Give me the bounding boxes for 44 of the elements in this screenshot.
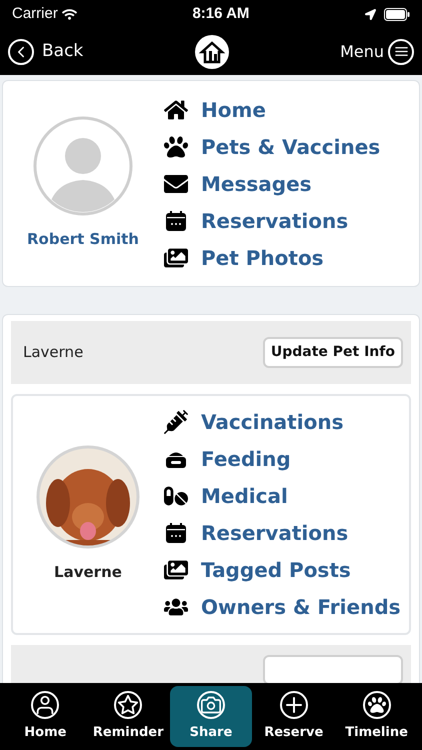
tab-bar-item[interactable]: Share <box>170 686 252 747</box>
house-icon <box>164 98 188 122</box>
notes-button[interactable] <box>263 655 403 685</box>
menu-link[interactable]: Owners & Friends <box>201 592 401 622</box>
menu-link[interactable]: Feeding <box>201 444 291 474</box>
back-button[interactable]: Back <box>8 38 84 64</box>
tab-bar-item[interactable]: Timeline <box>335 686 418 747</box>
calendar-icon <box>164 208 188 232</box>
menu-link[interactable]: Pets & Vaccines <box>201 132 380 162</box>
paw-icon <box>164 134 188 158</box>
menu-link[interactable]: Reservations <box>201 518 348 548</box>
battery-icon <box>384 8 410 20</box>
pet-name: Laverne <box>54 562 122 584</box>
tab-bar-item[interactable]: Reminder <box>86 686 170 747</box>
carrier-label: Carrier <box>12 4 58 24</box>
tab-bar-item[interactable]: Reserve <box>252 686 336 747</box>
menu-link[interactable]: Vaccinations <box>201 406 344 437</box>
calendar-icon <box>164 520 188 545</box>
menu-link[interactable]: Pet Photos <box>201 242 324 272</box>
plus-icon <box>280 690 308 719</box>
location-icon <box>365 8 376 20</box>
logo-icon <box>194 34 230 70</box>
pills-icon <box>164 484 188 508</box>
menu-link[interactable]: Messages <box>201 168 312 198</box>
photos-icon <box>164 558 188 582</box>
camera-icon <box>196 690 225 719</box>
person-icon <box>31 690 60 719</box>
tab-bar-item[interactable]: Home <box>4 686 87 747</box>
avatar-icon <box>33 116 133 216</box>
menu-button[interactable]: Menu <box>340 38 414 64</box>
update-pet-info-button[interactable]: Update Pet Info <box>262 336 403 368</box>
syringe-icon <box>164 410 188 434</box>
menu-link[interactable]: Reservations <box>201 206 348 236</box>
paw-icon <box>362 690 391 719</box>
pet-header-title: Laverne <box>22 342 84 364</box>
menu-link[interactable]: Tagged Posts <box>201 554 351 585</box>
photos-icon <box>164 246 188 270</box>
menu-icon <box>388 38 414 64</box>
back-icon <box>8 38 34 64</box>
status-time: 8:16 AM <box>192 4 250 24</box>
menu-link[interactable]: Home <box>201 94 266 124</box>
menu-link[interactable]: Medical <box>201 480 288 511</box>
wifi-icon <box>62 6 77 22</box>
owner-name: Robert Smith <box>27 229 139 250</box>
